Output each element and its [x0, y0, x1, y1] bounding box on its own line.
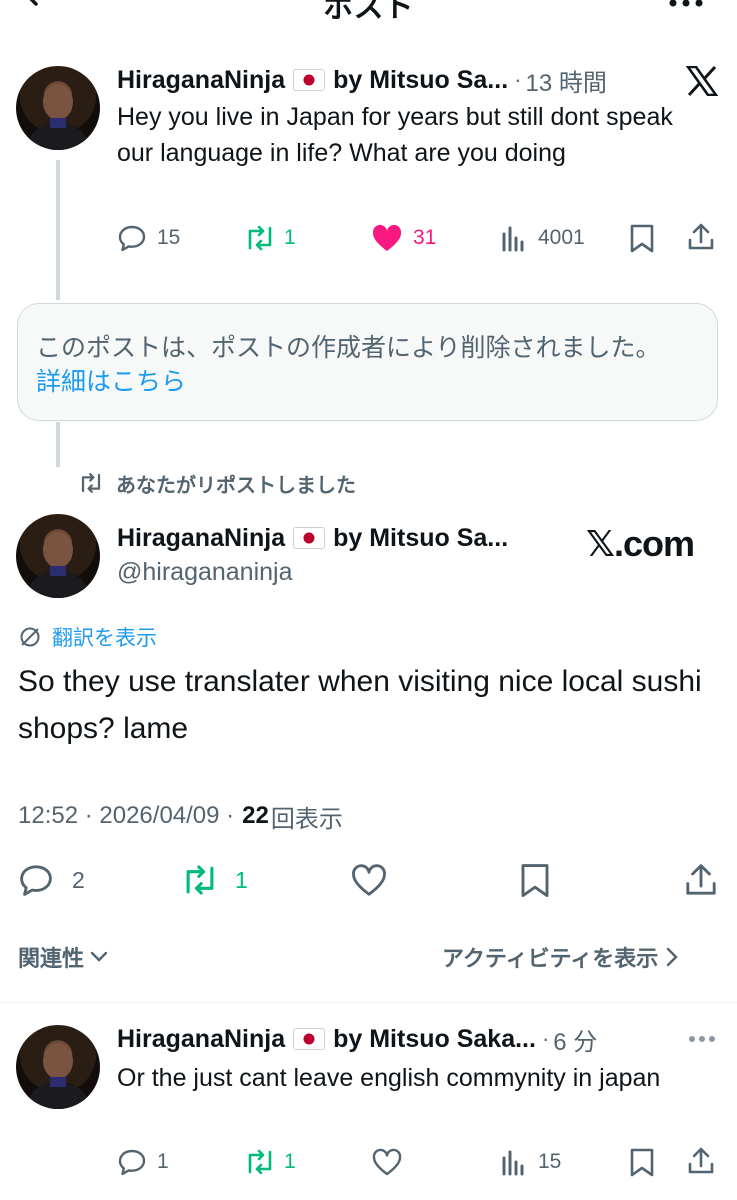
reply-icon	[117, 1147, 147, 1177]
author-handle[interactable]: @hiragananinja	[117, 558, 293, 587]
x-logo-icon	[686, 66, 718, 96]
reply-icon	[18, 862, 54, 898]
translate-link[interactable]: 翻訳を表示	[18, 622, 157, 652]
chevron-down-icon	[90, 951, 108, 963]
more-options-icon[interactable]	[688, 1035, 716, 1043]
repost-icon	[78, 471, 104, 495]
thread-line	[56, 160, 60, 300]
deleted-post-notice: このポストは、ポストの作成者により削除されました。 詳細はこちら	[17, 303, 718, 421]
heart-outline-icon[interactable]	[371, 1147, 403, 1177]
sort-label: 関連性	[18, 946, 85, 971]
repost-banner-text: あなたがリポストしました	[116, 474, 356, 497]
deleted-notice-text: このポストは、ポストの作成者により削除されました。	[36, 334, 661, 362]
avatar[interactable]	[16, 66, 100, 150]
author-name[interactable]: HiraganaNinja	[117, 1025, 285, 1054]
like-action[interactable]: 31	[371, 222, 436, 254]
views-label: 回表示	[270, 805, 343, 833]
sort-dropdown[interactable]: 関連性	[18, 942, 108, 972]
views-action[interactable]: 15	[500, 1146, 561, 1178]
post-time[interactable]: 13 時間	[525, 63, 606, 98]
reply-icon	[117, 223, 147, 253]
reply-action[interactable]: 1	[117, 1146, 169, 1178]
globe-slash-icon	[18, 625, 42, 649]
reply-count: 1	[157, 1150, 169, 1173]
japan-flag-icon	[293, 527, 326, 549]
post-timestamp[interactable]: 12:52 · 2026/04/09 ·	[18, 802, 234, 830]
views-count: 22	[242, 802, 269, 829]
thread-line	[56, 422, 60, 467]
share-icon[interactable]	[686, 1146, 716, 1176]
analytics-icon	[500, 224, 528, 252]
share-icon[interactable]	[686, 222, 716, 252]
japan-flag-icon	[293, 1028, 326, 1050]
reply-time[interactable]: 6 分	[553, 1022, 597, 1057]
author-name-suffix[interactable]: by Mitsuo Sa...	[333, 66, 508, 95]
xcom-watermark: 𝕏.com	[586, 523, 695, 564]
repost-count: 1	[284, 1150, 296, 1173]
learn-more-link[interactable]: 詳細はこちら	[36, 362, 186, 398]
japan-flag-icon	[293, 69, 326, 91]
author-name-suffix[interactable]: by Mitsuo Saka...	[333, 1025, 536, 1054]
views-count: 4001	[538, 226, 585, 249]
like-count: 31	[413, 226, 437, 249]
activity-label: アクティビティを表示	[442, 946, 659, 971]
bookmark-icon[interactable]	[628, 223, 656, 253]
reply-text: Or the just cant leave english commynity…	[117, 1064, 661, 1092]
view-activity-link[interactable]: アクティビティを表示	[442, 942, 678, 972]
heart-outline-icon[interactable]	[350, 862, 388, 898]
reply-action[interactable]: 15	[117, 222, 180, 254]
avatar[interactable]	[16, 1025, 100, 1109]
views-action[interactable]: 4001	[500, 222, 585, 254]
repost-action[interactable]: 1	[181, 862, 248, 898]
post-text: Hey you live in Japan for years but stil…	[117, 103, 673, 167]
separator-dot: ·	[541, 1026, 550, 1051]
repost-count: 1	[284, 226, 296, 249]
separator-dot: ·	[514, 67, 522, 92]
more-options-icon[interactable]	[668, 0, 704, 10]
reply-count: 15	[157, 226, 181, 249]
page-title: ポスト	[323, 0, 414, 24]
views-count: 15	[538, 1150, 562, 1173]
repost-action[interactable]: 1	[244, 1146, 296, 1178]
heart-filled-icon	[371, 223, 403, 253]
share-icon[interactable]	[683, 862, 719, 898]
reply-count: 2	[72, 866, 85, 893]
avatar[interactable]	[16, 514, 100, 598]
main-post-header: HiraganaNinja by Mitsuo Sa...	[117, 522, 508, 554]
repost-banner: あなたがリポストしました	[78, 468, 356, 498]
author-name[interactable]: HiraganaNinja	[117, 66, 285, 95]
analytics-icon	[500, 1148, 528, 1176]
author-name-suffix[interactable]: by Mitsuo Sa...	[333, 524, 508, 553]
chevron-right-icon	[666, 947, 678, 967]
translate-label: 翻訳を表示	[52, 627, 157, 650]
post-meta: 12:52 · 2026/04/09 · 22 回表示	[18, 800, 343, 833]
bookmark-icon[interactable]	[628, 1147, 656, 1177]
repost-icon	[244, 223, 276, 253]
repost-count: 1	[235, 866, 248, 893]
repost-action[interactable]: 1	[244, 222, 296, 254]
repost-icon	[244, 1147, 276, 1177]
divider	[0, 1002, 737, 1003]
repost-icon	[181, 862, 219, 898]
post-header: HiraganaNinja by Mitsuo Sa... · 13 時間	[117, 63, 607, 98]
bookmark-icon[interactable]	[518, 862, 552, 898]
reply-action[interactable]: 2	[18, 862, 85, 898]
main-post-text: So they use translater when visiting nic…	[18, 665, 702, 745]
author-name[interactable]: HiraganaNinja	[117, 524, 285, 553]
reply-header: HiraganaNinja by Mitsuo Saka... · 6 分	[117, 1022, 597, 1057]
